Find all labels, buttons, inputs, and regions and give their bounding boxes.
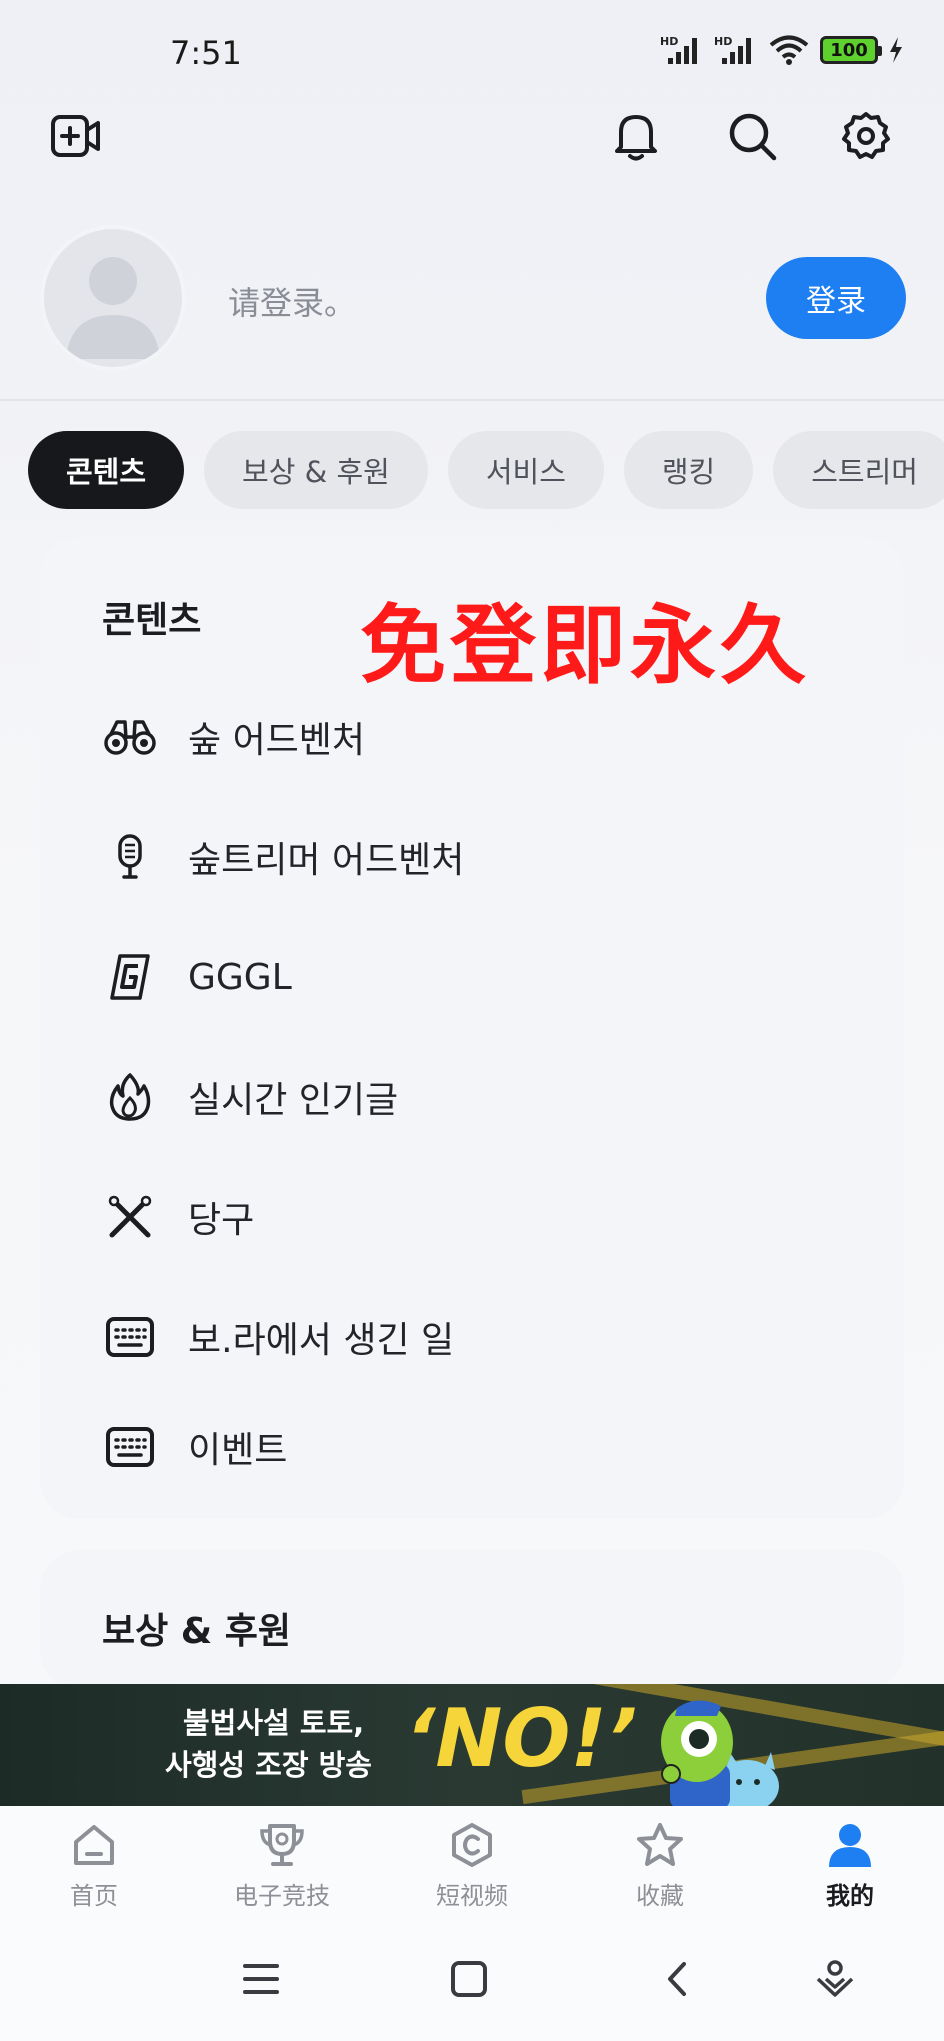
- menu-icon[interactable]: [236, 1954, 286, 2004]
- menu-item-popular-posts[interactable]: 실시간 인기글: [100, 1062, 860, 1132]
- wifi-icon: [769, 35, 809, 65]
- nav-esports[interactable]: 电子竞技: [212, 1820, 352, 1911]
- assistant-icon[interactable]: [810, 1954, 860, 2004]
- nav-mine[interactable]: 我的: [780, 1820, 920, 1911]
- bottom-nav: 首页 电子竞技 短视频 收藏 我的: [0, 1806, 944, 1916]
- nav-label: 我的: [826, 1882, 874, 1910]
- menu-item-soop-adventure[interactable]: 숲 어드벤처: [100, 702, 860, 772]
- cue-sticks-icon: [100, 1187, 160, 1247]
- mascot-illustration: [661, 1700, 779, 1806]
- home-icon: [69, 1820, 119, 1870]
- menu-item-label: 숲트리머 어드벤처: [188, 840, 465, 881]
- divider: [0, 399, 944, 401]
- tab-streamer[interactable]: 스트리머: [773, 431, 944, 509]
- battery-indicator: 100: [820, 36, 882, 64]
- menu-item-billiards[interactable]: 당구: [100, 1182, 860, 1252]
- nav-label: 首页: [70, 1882, 118, 1910]
- nav-home[interactable]: 首页: [24, 1820, 164, 1911]
- section-title: 보상 & 후원: [102, 1611, 291, 1652]
- tab-ranking[interactable]: 랭킹: [623, 431, 754, 509]
- home-square-icon[interactable]: [444, 1954, 494, 2004]
- tab-content[interactable]: 콘텐츠: [28, 431, 185, 509]
- back-icon[interactable]: [652, 1954, 702, 2004]
- status-bar: 7:51 HD HD 100: [0, 0, 944, 100]
- profile-section: 请登录。 登录: [0, 220, 944, 371]
- settings-icon[interactable]: [838, 108, 894, 164]
- keyboard-icon: [100, 1417, 160, 1477]
- banner-slogan: ‘NO!’: [405, 1692, 638, 1785]
- fire-icon: [100, 1067, 160, 1127]
- section-title: 콘텐츠: [102, 600, 202, 641]
- menu-item-label: 실시간 인기글: [188, 1080, 399, 1121]
- top-action-bar: [0, 100, 944, 175]
- menu-item-event[interactable]: 이벤트: [100, 1412, 860, 1482]
- charging-icon: [890, 37, 902, 63]
- bell-icon[interactable]: [608, 108, 664, 164]
- default-avatar-icon: [66, 257, 160, 359]
- nav-label: 短视频: [436, 1882, 508, 1910]
- promo-overlay-text: 免登即永久: [360, 596, 810, 696]
- star-icon: [635, 1820, 685, 1870]
- svg-text:HD: HD: [714, 35, 732, 48]
- person-icon: [825, 1820, 875, 1870]
- nav-short-video[interactable]: 短视频: [402, 1820, 542, 1911]
- banner-line: 불법사설 토토,: [183, 1706, 365, 1740]
- reward-section-card: 보상 & 후원: [40, 1550, 904, 1690]
- cellular-signal-icon: HD: [714, 35, 751, 64]
- trophy-icon: [257, 1820, 307, 1870]
- menu-item-streamer-adventure[interactable]: 숲트리머 어드벤처: [100, 822, 860, 892]
- status-time: 7:51: [170, 34, 242, 72]
- cellular-signal-icon: HD: [660, 35, 697, 64]
- menu-item-bora-story[interactable]: 보.라에서 생긴 일: [100, 1302, 860, 1372]
- login-hint-text[interactable]: 请登录。: [228, 278, 356, 324]
- menu-item-label: 당구: [188, 1200, 255, 1241]
- tab-services[interactable]: 서비스: [447, 431, 604, 509]
- short-video-icon: [447, 1820, 497, 1870]
- login-button[interactable]: 登录: [766, 257, 906, 339]
- avatar[interactable]: [40, 225, 186, 371]
- menu-item-label: GGGL: [188, 956, 292, 998]
- menu-item-label: 숲 어드벤처: [188, 720, 366, 761]
- tab-rewards[interactable]: 보상 & 후원: [204, 431, 428, 509]
- ad-banner[interactable]: 불법사설 토토, 사행성 조장 방송 ‘NO!’: [0, 1684, 944, 1806]
- svg-text:HD: HD: [660, 35, 678, 48]
- menu-item-label: 보.라에서 생긴 일: [188, 1320, 455, 1361]
- video-add-icon[interactable]: [48, 108, 104, 164]
- nav-label: 电子竞技: [234, 1882, 330, 1910]
- system-nav-bar: [0, 1916, 944, 2041]
- menu-item-gggl[interactable]: GGGL: [100, 942, 860, 1012]
- gggl-logo-icon: [100, 947, 160, 1007]
- status-icons: HD HD 100: [660, 34, 904, 66]
- keyboard-icon: [100, 1307, 160, 1367]
- nav-favorites[interactable]: 收藏: [590, 1820, 730, 1911]
- search-icon[interactable]: [724, 108, 780, 164]
- menu-item-label: 이벤트: [188, 1430, 288, 1471]
- nav-label: 收藏: [636, 1882, 684, 1910]
- category-tabs: 콘텐츠 보상 & 후원 서비스 랭킹 스트리머: [28, 431, 944, 509]
- banner-text: 불법사설 토토, 사행성 조장 방송: [165, 1702, 372, 1786]
- banner-line: 사행성 조장 방송: [165, 1748, 372, 1782]
- microphone-icon: [100, 827, 160, 887]
- binoculars-icon: [100, 707, 160, 767]
